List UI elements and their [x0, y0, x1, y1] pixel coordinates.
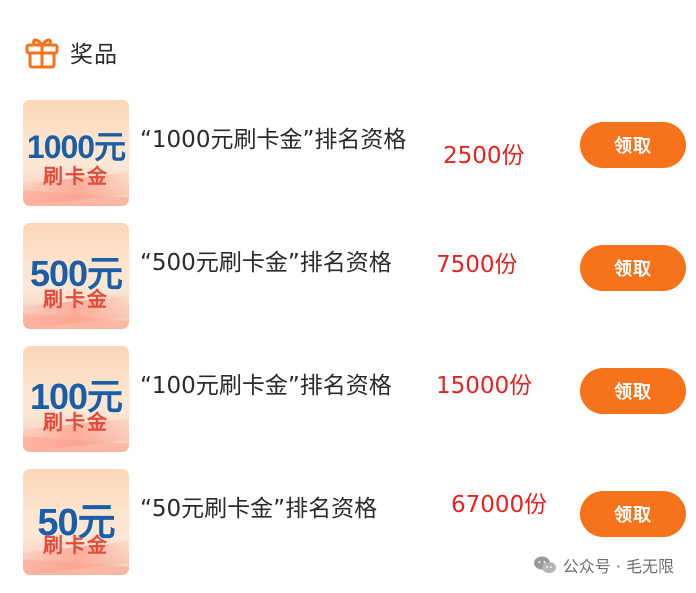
watermark: 公众号 · 毛无限	[533, 553, 674, 577]
prize-item: 100元 刷卡金 “100元刷卡金”排名资格 15000份 领取	[0, 346, 696, 454]
section-title: 奖品	[70, 42, 118, 68]
prize-thumbnail: 500元 刷卡金	[23, 223, 129, 329]
prize-quantity: 15000份	[436, 373, 533, 399]
prize-quantity: 2500份	[443, 143, 525, 169]
prize-name: “100元刷卡金”排名资格	[140, 373, 392, 399]
section-header: 奖品	[24, 34, 118, 70]
prize-thumbnail: 1000元 刷卡金	[23, 100, 129, 206]
prize-item: 500元 刷卡金 “500元刷卡金”排名资格 7500份 领取	[0, 223, 696, 331]
prize-quantity: 67000份	[451, 492, 548, 518]
claim-button[interactable]: 领取	[580, 122, 686, 168]
wechat-icon	[533, 556, 556, 573]
thumbnail-subtitle: 刷卡金	[43, 287, 109, 311]
prize-thumbnail: 50元 刷卡金	[23, 469, 129, 575]
prize-name: “500元刷卡金”排名资格	[140, 250, 392, 276]
claim-button[interactable]: 领取	[580, 245, 686, 291]
thumbnail-subtitle: 刷卡金	[43, 164, 109, 188]
claim-button[interactable]: 领取	[580, 368, 686, 414]
prize-thumbnail: 100元 刷卡金	[23, 346, 129, 452]
prize-item: 1000元 刷卡金 “1000元刷卡金”排名资格 2500份 领取	[0, 100, 696, 208]
thumbnail-subtitle: 刷卡金	[43, 410, 109, 434]
claim-button[interactable]: 领取	[580, 491, 686, 537]
gift-icon	[25, 38, 59, 69]
prize-quantity: 7500份	[436, 252, 518, 278]
prize-name: “50元刷卡金”排名资格	[140, 496, 378, 522]
thumbnail-subtitle: 刷卡金	[43, 533, 109, 557]
prize-name: “1000元刷卡金”排名资格	[140, 127, 407, 153]
watermark-text: 公众号 · 毛无限	[562, 557, 674, 576]
